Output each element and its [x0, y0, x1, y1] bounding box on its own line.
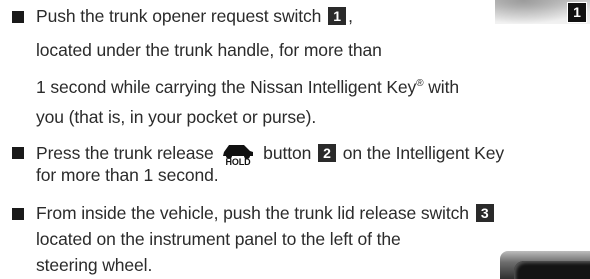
item-1-line-3: 1 second while carrying the Nissan Intel…	[36, 74, 459, 97]
item-2-line-1: Press the trunk release HOLD button 2 on…	[36, 141, 504, 165]
trunk-opener-switch-photo: 1	[495, 0, 590, 24]
car-trunk-hold-icon: HOLD	[223, 145, 254, 165]
callout-3-badge: 3	[475, 204, 494, 222]
panel-detail	[514, 261, 590, 279]
text: 1 second while carrying the Nissan Intel…	[36, 77, 417, 97]
square-bullet-icon	[12, 11, 24, 23]
text: From inside the vehicle, push the trunk …	[36, 203, 474, 223]
text: Push the trunk opener request switch	[36, 6, 327, 26]
square-bullet-icon	[12, 147, 24, 159]
item-3-line-2: located on the instrument panel to the l…	[36, 229, 401, 249]
square-bullet-icon	[12, 208, 24, 220]
text: Press the trunk release	[36, 143, 219, 163]
text: button	[258, 143, 317, 163]
manual-page: 1 Push the trunk opener request switch 1…	[0, 0, 590, 279]
text: ,	[348, 6, 353, 26]
hold-label: HOLD	[226, 157, 252, 165]
item-2-line-2: for more than 1 second.	[36, 165, 219, 185]
registered-mark: ®	[416, 78, 424, 89]
text: with	[423, 77, 459, 97]
item-3-line-3: steering wheel.	[36, 255, 153, 275]
item-3-line-1: From inside the vehicle, push the trunk …	[36, 203, 496, 223]
instrument-panel-photo	[500, 251, 590, 279]
item-1-line-1: Push the trunk opener request switch 1,	[36, 6, 353, 26]
text: on the Intelligent Key	[338, 143, 505, 163]
photo-callout-1: 1	[567, 2, 587, 23]
callout-2-badge: 2	[318, 144, 337, 162]
item-1-line-4: you (that is, in your pocket or purse).	[36, 107, 317, 127]
item-1-line-2: located under the trunk handle, for more…	[36, 40, 382, 60]
callout-1-badge: 1	[328, 7, 347, 25]
